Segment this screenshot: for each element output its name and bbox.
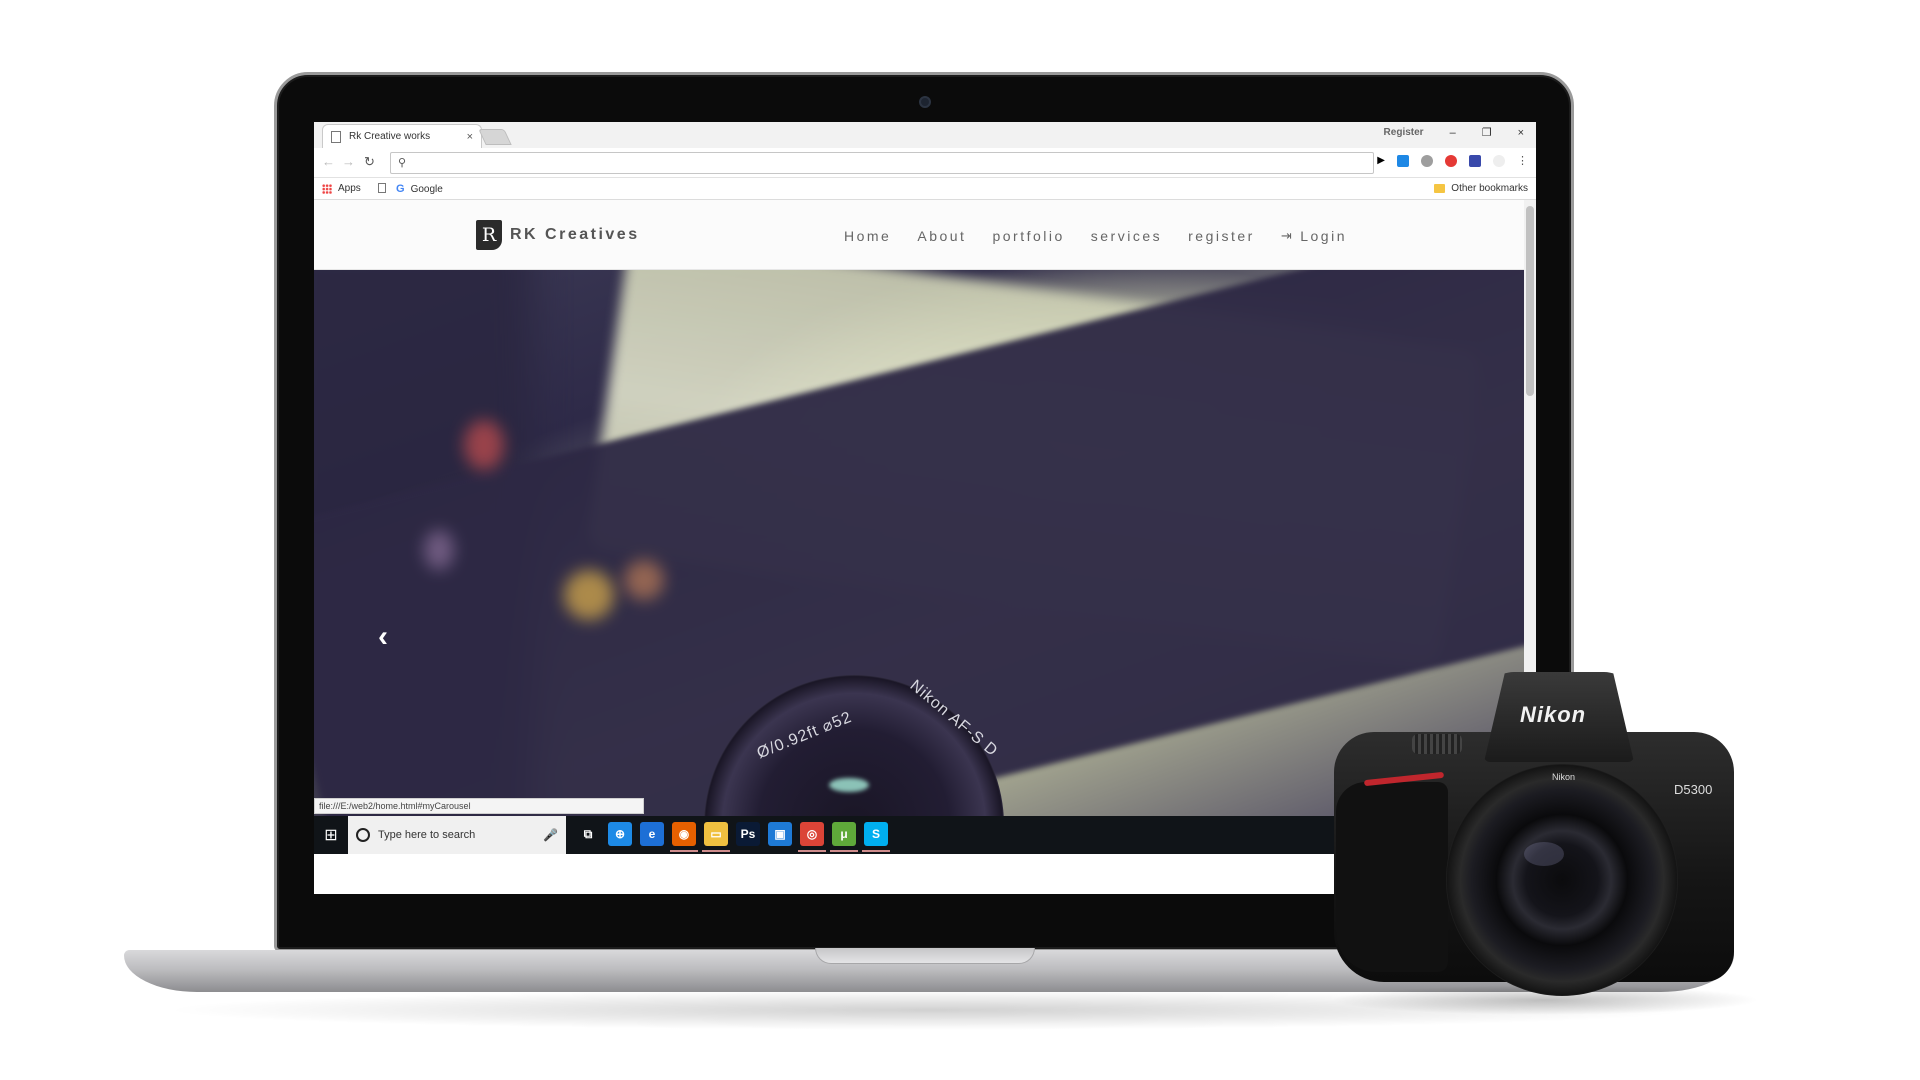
- taskbar-app-task-view-icon[interactable]: ⧉: [576, 822, 600, 846]
- taskbar-app-app-blue-icon[interactable]: ▣: [768, 822, 792, 846]
- extension-rocket-icon[interactable]: [1469, 154, 1481, 167]
- profile-icon[interactable]: [1493, 154, 1505, 167]
- restore-icon[interactable]: ❐: [1482, 126, 1492, 139]
- bookmark-other[interactable]: Other bookmarks: [1434, 183, 1528, 194]
- login-icon: ⇥: [1280, 228, 1295, 243]
- bookmark-apps-label: Apps: [338, 183, 361, 194]
- taskbar-app-file-explorer-icon[interactable]: ▭: [702, 822, 730, 852]
- extension-blue-icon[interactable]: [1397, 154, 1409, 167]
- taskbar-app-store-icon[interactable]: ⊕: [608, 822, 632, 846]
- carousel-prev-button[interactable]: ‹: [378, 622, 388, 652]
- browser-toolbar: ← → ↻ ⚲ ▶ ⋮: [314, 148, 1536, 178]
- taskbar-search-placeholder: Type here to search: [378, 829, 476, 841]
- tab-title: Rk Creative works: [349, 131, 431, 142]
- brand-logo: R: [476, 220, 502, 250]
- bookmark-other-label: Other bookmarks: [1451, 183, 1528, 194]
- profile-label[interactable]: Register: [1384, 127, 1424, 138]
- taskbar-app-skype-icon[interactable]: S: [862, 822, 890, 852]
- page-icon: [378, 183, 386, 193]
- bookmark-apps[interactable]: Apps: [322, 183, 361, 194]
- camera: Nikon Nikon D5300: [1334, 672, 1744, 996]
- cortana-icon: [356, 828, 370, 842]
- bookmark-google[interactable]: G Google: [396, 183, 443, 195]
- new-tab-button[interactable]: [478, 129, 512, 145]
- taskbar-app-firefox-icon[interactable]: ◉: [670, 822, 698, 852]
- taskbar-app-photoshop-icon[interactable]: Ps: [736, 822, 760, 846]
- reload-icon[interactable]: ↻: [364, 154, 375, 170]
- back-icon[interactable]: ←: [322, 154, 335, 169]
- window-controls: Register – ❐ ×: [1384, 126, 1524, 140]
- close-icon[interactable]: ×: [1518, 127, 1524, 139]
- forward-icon[interactable]: →: [342, 154, 355, 169]
- extension-gray-icon[interactable]: [1421, 154, 1433, 167]
- browser-tabstrip: Rk Creative works × Register – ❐ ×: [314, 122, 1536, 148]
- bookmark-page[interactable]: [378, 183, 386, 193]
- site-header: R RK Creatives Home About portfolio serv…: [314, 200, 1524, 270]
- camera-lens-glare: [1524, 842, 1564, 866]
- taskbar-app-utorrent-icon[interactable]: μ: [830, 822, 858, 852]
- nav-services[interactable]: services: [1091, 228, 1162, 244]
- google-icon: G: [396, 183, 405, 195]
- address-bar[interactable]: ⚲: [390, 152, 1374, 174]
- scroll-thumb[interactable]: [1526, 206, 1534, 396]
- nav-about[interactable]: About: [917, 228, 966, 244]
- camera-model: D5300: [1674, 782, 1713, 797]
- browser-tab[interactable]: Rk Creative works ×: [322, 124, 482, 148]
- webcam: [919, 96, 931, 108]
- cast-icon[interactable]: ▶: [1377, 155, 1385, 166]
- extension-red-icon[interactable]: [1445, 154, 1457, 167]
- camera-lens: [1446, 764, 1678, 996]
- hero-bokeh: [564, 570, 614, 620]
- apps-grid-icon: [322, 183, 332, 194]
- taskbar-search[interactable]: Type here to search 🎤: [348, 816, 566, 854]
- bookmarks-bar: Apps G Google Other bookmarks: [314, 178, 1536, 200]
- search-icon: ⚲: [398, 157, 407, 169]
- nav-login-label: Login: [1300, 228, 1347, 244]
- brand[interactable]: R RK Creatives: [476, 220, 640, 250]
- camera-lens-label: Nikon: [1552, 772, 1576, 782]
- hero-bokeh: [464, 420, 504, 470]
- nav-register[interactable]: register: [1188, 228, 1255, 244]
- camera-brand: Nikon: [1520, 702, 1587, 727]
- nav-home[interactable]: Home: [844, 228, 891, 244]
- hero-lens-highlight: [829, 778, 869, 792]
- hero-bokeh: [624, 560, 664, 600]
- bookmark-google-label: Google: [410, 183, 443, 195]
- extensions-row: ▶ ⋮: [1377, 154, 1528, 167]
- taskbar-app-edge-icon[interactable]: e: [640, 822, 664, 846]
- site-nav: Home About portfolio services register ⇥…: [844, 228, 1347, 244]
- start-button[interactable]: ⊞: [314, 816, 348, 854]
- minimize-icon[interactable]: –: [1450, 127, 1456, 139]
- brand-name: RK Creatives: [510, 226, 640, 243]
- folder-icon: [1434, 184, 1446, 193]
- nav-login[interactable]: ⇥ Login: [1281, 228, 1347, 244]
- menu-icon[interactable]: ⋮: [1517, 154, 1528, 167]
- status-bubble: file:///E:/web2/home.html#myCarousel: [314, 798, 644, 814]
- nav-portfolio[interactable]: portfolio: [992, 228, 1064, 244]
- tab-close-icon[interactable]: ×: [467, 131, 473, 143]
- laptop-notch: [815, 948, 1035, 964]
- camera-grip: [1336, 782, 1448, 972]
- hero-bokeh: [424, 530, 454, 570]
- page-icon: [331, 130, 341, 143]
- camera-dial: [1412, 734, 1462, 754]
- taskbar-app-chrome-icon[interactable]: ◎: [798, 822, 826, 852]
- microphone-icon[interactable]: 🎤: [543, 828, 558, 842]
- product-mockup: Rk Creative works × Register – ❐ × ← → ↻…: [0, 0, 1920, 1080]
